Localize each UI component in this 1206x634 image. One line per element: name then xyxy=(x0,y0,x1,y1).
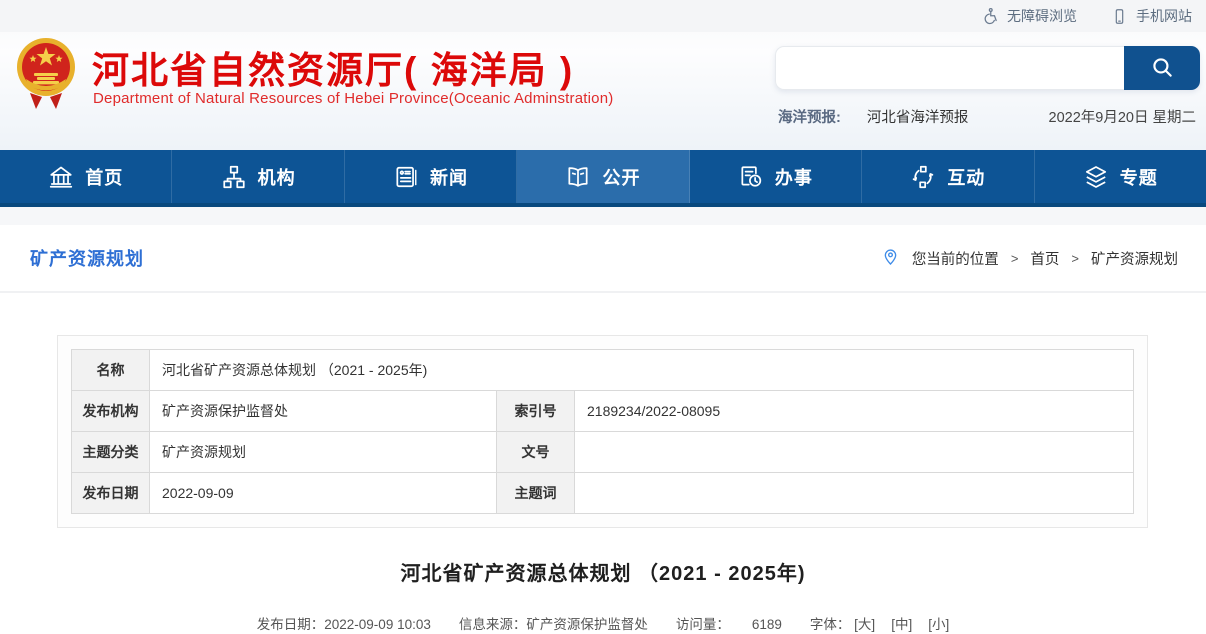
field-label-index-no: 索引号 xyxy=(497,391,575,432)
accessibility-label: 无障碍浏览 xyxy=(1007,6,1077,26)
site-title: 河北省自然资源厅( 海洋局 ) xyxy=(92,40,574,94)
field-value-category: 矿产资源规划 xyxy=(150,432,497,473)
smartphone-icon xyxy=(1111,8,1128,25)
document-clock-icon xyxy=(738,164,764,190)
nav-label: 新闻 xyxy=(430,164,468,190)
nav-item-topics[interactable]: 专题 xyxy=(1035,150,1206,203)
document-info-panel: 名称 河北省矿产资源总体规划 （2021 - 2025年) 发布机构 矿产资源保… xyxy=(57,335,1148,528)
nav-item-disclosure[interactable]: 公开 xyxy=(517,150,689,203)
page-title: 矿产资源规划 xyxy=(30,245,144,271)
table-row: 名称 河北省矿产资源总体规划 （2021 - 2025年) xyxy=(72,350,1134,391)
national-emblem-logo xyxy=(16,35,76,111)
open-book-icon xyxy=(565,164,591,190)
field-value-pub-date: 2022-09-09 xyxy=(150,473,497,514)
article-meta: 发布日期：2022-09-09 10:03 信息来源：矿产资源保护监督处 访问量… xyxy=(0,613,1206,633)
forecast-link[interactable]: 河北省海洋预报 xyxy=(867,106,969,127)
forecast-label: 海洋预报: xyxy=(778,106,841,127)
main-navigation: 首页 机构 新闻 xyxy=(0,150,1206,207)
current-date: 2022年9月20日 星期二 xyxy=(1049,106,1196,127)
visit-count: 访问量：6189 xyxy=(676,613,782,633)
font-size-large-button[interactable]: [大] xyxy=(854,613,875,633)
field-value-doc-no xyxy=(575,432,1134,473)
nav-label: 互动 xyxy=(947,164,985,190)
breadcrumb-bar: 矿产资源规划 您当前的位置 > 首页 > 矿产资源规划 xyxy=(0,225,1206,293)
nav-label: 首页 xyxy=(85,164,123,190)
layers-icon xyxy=(1083,164,1109,190)
breadcrumb-separator: > xyxy=(1071,251,1079,266)
breadcrumb-separator: > xyxy=(1011,251,1019,266)
field-label-issuer: 发布机构 xyxy=(72,391,150,432)
field-label-keywords: 主题词 xyxy=(497,473,575,514)
field-value-index-no: 2189234/2022-08095 xyxy=(575,391,1134,432)
breadcrumb-item-current[interactable]: 矿产资源规划 xyxy=(1091,248,1178,269)
search-box xyxy=(775,46,1200,90)
mobile-site-label: 手机网站 xyxy=(1136,6,1192,26)
search-input[interactable] xyxy=(775,46,1124,90)
org-chart-icon xyxy=(221,164,247,190)
masthead: 无障碍浏览 手机网站 河北省自然资源厅( 海洋局 ) xyxy=(0,0,1206,150)
forecast-row: 海洋预报: 河北省海洋预报 2022年9月20日 星期二 xyxy=(778,104,1196,128)
wheelchair-icon xyxy=(981,7,999,25)
info-source: 信息来源：矿产资源保护监督处 xyxy=(459,613,648,633)
field-label-doc-no: 文号 xyxy=(497,432,575,473)
nav-item-news[interactable]: 新闻 xyxy=(345,150,517,203)
search-button[interactable] xyxy=(1124,46,1200,90)
publish-date: 发布日期：2022-09-09 10:03 xyxy=(257,613,431,633)
breadcrumb-location-label: 您当前的位置 xyxy=(912,248,999,269)
document-info-table: 名称 河北省矿产资源总体规划 （2021 - 2025年) 发布机构 矿产资源保… xyxy=(71,349,1134,514)
table-row: 发布机构 矿产资源保护监督处 索引号 2189234/2022-08095 xyxy=(72,391,1134,432)
nav-label: 办事 xyxy=(775,164,813,190)
table-row: 主题分类 矿产资源规划 文号 xyxy=(72,432,1134,473)
font-size-medium-button[interactable]: [中] xyxy=(891,613,912,633)
content-area: 名称 河北省矿产资源总体规划 （2021 - 2025年) 发布机构 矿产资源保… xyxy=(0,335,1206,634)
breadcrumb: 您当前的位置 > 首页 > 矿产资源规划 xyxy=(881,247,1178,270)
mobile-site-link[interactable]: 手机网站 xyxy=(1111,6,1192,26)
field-value-keywords xyxy=(575,473,1134,514)
news-icon xyxy=(393,164,419,190)
field-label-category: 主题分类 xyxy=(72,432,150,473)
nav-item-interaction[interactable]: 互动 xyxy=(862,150,1034,203)
sync-squares-icon xyxy=(910,164,936,190)
table-row: 发布日期 2022-09-09 主题词 xyxy=(72,473,1134,514)
nav-item-orgs[interactable]: 机构 xyxy=(172,150,344,203)
nav-label: 机构 xyxy=(258,164,296,190)
top-utility-bar: 无障碍浏览 手机网站 xyxy=(0,0,1206,32)
field-value-name: 河北省矿产资源总体规划 （2021 - 2025年) xyxy=(150,350,1134,391)
font-size-small-button[interactable]: [小] xyxy=(928,613,949,633)
field-label-name: 名称 xyxy=(72,350,150,391)
breadcrumb-item-home[interactable]: 首页 xyxy=(1030,248,1059,269)
site-subtitle: Department of Natural Resources of Hebei… xyxy=(93,90,613,107)
nav-label: 公开 xyxy=(602,164,640,190)
field-value-issuer: 矿产资源保护监督处 xyxy=(150,391,497,432)
search-icon xyxy=(1149,54,1175,83)
font-size-controls: 字体： [大] [中] [小] xyxy=(810,613,949,633)
accessibility-link[interactable]: 无障碍浏览 xyxy=(981,6,1077,26)
nav-item-services[interactable]: 办事 xyxy=(690,150,862,203)
band-gap xyxy=(0,207,1206,225)
nav-item-home[interactable]: 首页 xyxy=(0,150,172,203)
field-label-pub-date: 发布日期 xyxy=(72,473,150,514)
article-title: 河北省矿产资源总体规划 （2021 - 2025年) xyxy=(0,557,1206,586)
nav-label: 专题 xyxy=(1120,164,1158,190)
bank-home-icon xyxy=(48,164,74,190)
location-pin-icon xyxy=(881,247,900,270)
